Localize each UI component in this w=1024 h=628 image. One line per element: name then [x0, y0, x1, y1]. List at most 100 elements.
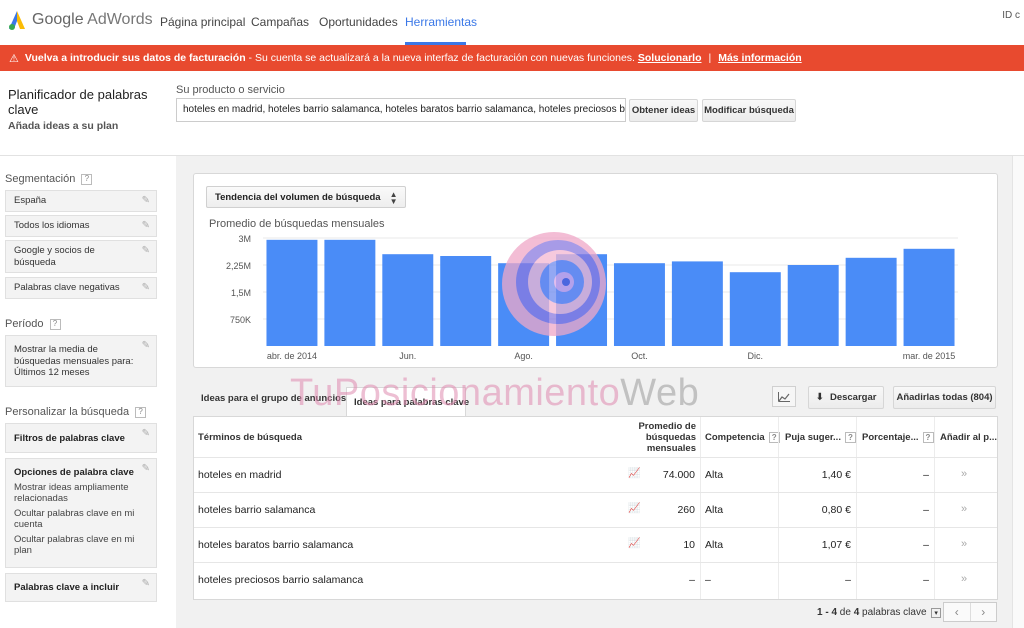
row-avg-searches: 260 — [677, 504, 695, 516]
banner-fix-link[interactable]: Solucionarlo — [638, 52, 702, 64]
chart-type-select[interactable]: Tendencia del volumen de búsqueda ▲ ▼ — [206, 186, 406, 208]
chevron-left-icon[interactable]: ‹ — [944, 603, 971, 621]
col-header-bid[interactable]: Puja suger... ? — [785, 432, 856, 443]
share-header-label: Porcentaje... — [862, 432, 919, 443]
x-tick-label: Ago. — [514, 351, 533, 361]
chart-bar[interactable] — [324, 239, 376, 346]
help-icon[interactable]: ? — [49, 318, 61, 330]
pencil-icon[interactable]: ✎ — [142, 245, 150, 257]
pencil-icon[interactable]: ✎ — [142, 463, 150, 475]
banner-more-info-link[interactable]: Más información — [718, 52, 801, 64]
modify-search-button[interactable]: Modificar búsqueda — [702, 99, 796, 122]
pager-total: 4 — [853, 607, 860, 618]
pencil-icon[interactable]: ✎ — [142, 220, 150, 232]
col-header-avg-searches[interactable]: Promedio de búsquedas mensuales — [633, 421, 696, 454]
chart-bar[interactable] — [729, 272, 781, 346]
pencil-icon[interactable]: ✎ — [142, 282, 150, 294]
row-competition: Alta — [705, 539, 724, 551]
pencil-icon[interactable]: ✎ — [142, 195, 150, 207]
nav-tools[interactable]: Herramientas — [405, 15, 477, 29]
keyword-filters-box[interactable]: Filtros de palabras clave ✎ — [5, 423, 157, 453]
pencil-icon[interactable]: ✎ — [142, 428, 150, 440]
download-button[interactable]: ⬇ Descargar — [808, 386, 884, 409]
line-chart-icon[interactable]: 📈 — [628, 538, 640, 549]
chevron-right-icon[interactable]: › — [971, 603, 997, 621]
watermark-part1: TuPosicionamiento — [290, 372, 621, 414]
row-competition: Alta — [705, 469, 724, 481]
x-tick-label: Jun. — [399, 351, 416, 361]
banner-bold-text: Vuelva a introducir sus datos de factura… — [24, 52, 246, 64]
line-chart-icon[interactable]: 📈 — [628, 503, 640, 514]
double-chevron-right-icon[interactable]: » — [961, 573, 967, 585]
row-term[interactable]: hoteles preciosos barrio salamanca — [198, 574, 363, 586]
adwords-logo[interactable]: Google AdWords — [8, 10, 153, 30]
chart-bar[interactable] — [382, 254, 434, 346]
row-bid: 1,40 € — [821, 469, 851, 481]
warning-icon: ⚠ — [9, 52, 19, 65]
pager-of: de — [839, 607, 851, 618]
customize-label: Personalizar la búsqueda — [5, 406, 130, 418]
bid-header-label: Puja suger... — [785, 432, 841, 443]
chart-bar[interactable] — [266, 239, 318, 346]
col-header-term[interactable]: Términos de búsqueda — [198, 432, 302, 443]
keywords-include-box[interactable]: Palabras clave a incluir ✎ — [5, 573, 157, 602]
add-ideas-to-plan[interactable]: Añada ideas a su plan — [8, 120, 118, 132]
segmentation-location[interactable]: España ✎ — [5, 190, 157, 212]
vertical-scrollbar[interactable] — [1012, 156, 1024, 628]
row-term[interactable]: hoteles en madrid — [198, 469, 281, 481]
nav-campaigns[interactable]: Campañas — [251, 15, 309, 29]
col-header-competition[interactable]: Competencia ? — [705, 432, 780, 443]
segmentation-negative-keywords[interactable]: Palabras clave negativas ✎ — [5, 277, 157, 299]
help-icon[interactable]: ? — [135, 406, 147, 418]
segmentation-language[interactable]: Todos los idiomas ✎ — [5, 215, 157, 237]
chart-bar[interactable] — [787, 265, 839, 346]
row-divider — [194, 457, 997, 458]
period-box[interactable]: Mostrar la media de búsquedas mensuales … — [5, 335, 157, 387]
account-id[interactable]: ID c — [1002, 10, 1020, 21]
row-competition: – — [705, 574, 711, 586]
nav-home[interactable]: Página principal — [160, 15, 245, 29]
pencil-icon[interactable]: ✎ — [142, 340, 150, 352]
segmentation-label: Segmentación — [5, 173, 76, 185]
pager-buttons: ‹ › — [943, 602, 997, 622]
double-chevron-right-icon[interactable]: » — [961, 503, 967, 515]
x-tick-label: abr. de 2014 — [267, 351, 317, 361]
logo-google: Google — [32, 11, 84, 28]
pencil-icon[interactable]: ✎ — [142, 578, 150, 590]
col-header-share[interactable]: Porcentaje... ? — [862, 432, 934, 443]
chart-bar[interactable] — [671, 261, 723, 346]
row-term[interactable]: hoteles barrio salamanca — [198, 504, 315, 516]
double-chevron-right-icon[interactable]: » — [961, 468, 967, 480]
line-chart-icon[interactable]: 📈 — [628, 468, 640, 479]
x-tick-label: Oct. — [631, 351, 648, 361]
row-share: – — [923, 574, 929, 586]
row-divider — [194, 562, 997, 563]
segmentation-network[interactable]: Google y socios de búsqueda ✎ — [5, 240, 157, 273]
watermark-part2: Web — [620, 372, 700, 414]
chart-type-value: Tendencia del volumen de búsqueda — [215, 191, 381, 203]
row-avg-searches: 74.000 — [662, 469, 695, 481]
add-all-button[interactable]: Añadirlas todas (804) — [893, 386, 996, 409]
watermark-text: TuPosicionamientoWeb — [290, 372, 699, 415]
chart-bar[interactable] — [845, 257, 897, 346]
row-term[interactable]: hoteles baratos barrio salamanca — [198, 539, 353, 551]
pager-dropdown-icon[interactable]: ▾ — [931, 608, 941, 618]
line-chart-glyph — [778, 391, 790, 402]
line-chart-icon[interactable] — [772, 386, 796, 407]
col-header-add[interactable]: Añadir al p... — [940, 432, 997, 443]
keyword-options-box[interactable]: Opciones de palabra clave Mostrar ideas … — [5, 458, 157, 568]
get-ideas-button[interactable]: Obtener ideas — [629, 99, 698, 122]
help-icon[interactable]: ? — [922, 432, 934, 443]
nav-opportunities[interactable]: Oportunidades — [319, 15, 398, 29]
chart-bar[interactable] — [903, 248, 955, 346]
competition-header-label: Competencia — [705, 432, 765, 443]
product-input[interactable]: hoteles en madrid, hoteles barrio salama… — [176, 98, 626, 122]
double-chevron-right-icon[interactable]: » — [961, 538, 967, 550]
chart-title: Promedio de búsquedas mensuales — [209, 218, 385, 230]
avg-header-line1: Promedio de — [638, 421, 696, 432]
help-icon[interactable]: ? — [81, 173, 93, 185]
chart-bar[interactable] — [613, 263, 665, 346]
help-icon[interactable]: ? — [844, 432, 856, 443]
chart-bar[interactable] — [440, 256, 492, 346]
row-divider — [194, 492, 997, 493]
